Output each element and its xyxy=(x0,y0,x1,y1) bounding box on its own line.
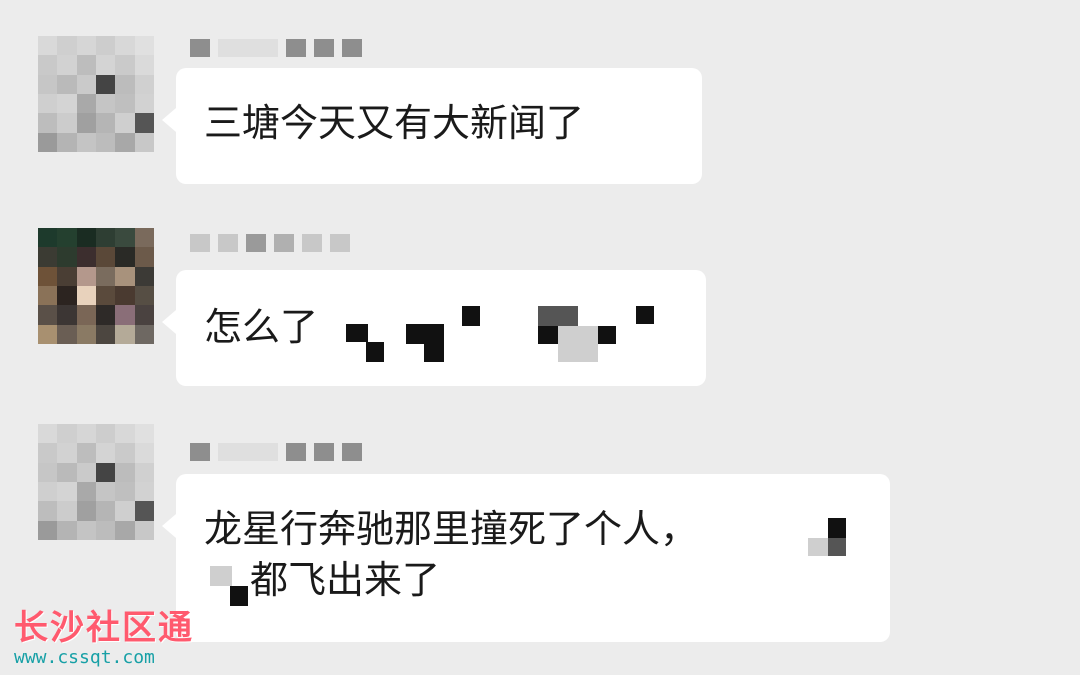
redaction-mosaic xyxy=(230,586,248,606)
message-text: 三塘今天又有大新闻了 xyxy=(204,101,585,145)
redaction-mosaic xyxy=(538,326,558,344)
sender-name-redacted xyxy=(190,441,362,463)
redaction-mosaic xyxy=(424,342,444,362)
redaction-mosaic xyxy=(346,324,368,342)
redaction-mosaic xyxy=(210,566,232,586)
sender-name-redacted xyxy=(190,232,350,254)
redaction-mosaic xyxy=(828,538,846,556)
message-bubble[interactable]: 龙星行奔驰那里撞死了个人， 都飞出来了 xyxy=(162,474,890,642)
avatar[interactable] xyxy=(38,424,154,540)
redaction-mosaic xyxy=(462,306,480,326)
sender-name-redacted xyxy=(190,37,362,59)
message-bubble[interactable]: 三塘今天又有大新闻了 xyxy=(162,68,702,184)
redaction-mosaic xyxy=(636,306,654,324)
message-text-line-2: 都飞出来了 xyxy=(250,558,441,603)
watermark-logo: 长沙社区通 xyxy=(14,608,194,648)
redaction-mosaic xyxy=(558,326,598,362)
message-text: 怎么了 xyxy=(204,305,319,349)
site-watermark: 长沙社区通 www.cssqt.com xyxy=(14,600,194,668)
redaction-mosaic xyxy=(598,326,616,344)
redaction-mosaic xyxy=(538,306,578,326)
redaction-mosaic xyxy=(828,518,846,538)
redaction-mosaic xyxy=(406,324,444,344)
redaction-mosaic xyxy=(808,538,828,556)
avatar[interactable] xyxy=(38,36,154,152)
message-bubble[interactable]: 怎么了 xyxy=(162,270,706,386)
avatar[interactable] xyxy=(38,228,154,344)
watermark-url: www.cssqt.com xyxy=(14,647,155,668)
redaction-mosaic xyxy=(366,342,384,362)
message-text-line-1: 龙星行奔驰那里撞死了个人， xyxy=(204,507,699,551)
